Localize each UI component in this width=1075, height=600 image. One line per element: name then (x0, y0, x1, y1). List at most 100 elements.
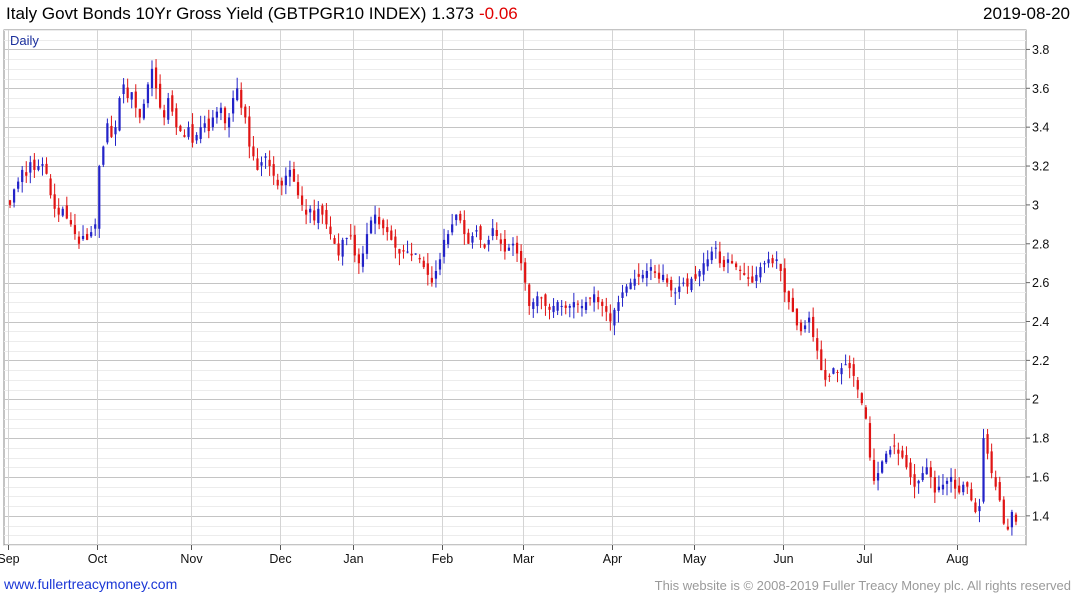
candle-body (203, 123, 206, 128)
candle-body (98, 166, 101, 229)
candle-body (649, 267, 653, 271)
candle-body (272, 164, 275, 176)
candle-body (252, 146, 255, 157)
candle-body (106, 123, 109, 143)
candle-body (803, 325, 807, 330)
candle-body (260, 162, 263, 166)
candle-body (41, 164, 44, 166)
candle-body (832, 368, 835, 374)
candle-body (893, 445, 896, 447)
candle-body (479, 226, 482, 240)
candle-body (645, 270, 648, 278)
candle-body (734, 263, 738, 268)
candle-body (29, 162, 32, 173)
candle-body (414, 253, 417, 255)
candle-body (670, 279, 673, 291)
candlestick-chart: 1.4 1.6 1.8 2 2.2 2.4 2.6 2.8 3 3.2 3.4 3.6 3.8 Sep O… (0, 29, 1049, 566)
candle-body (528, 284, 531, 306)
candle-body (572, 302, 575, 308)
candle-body (199, 127, 202, 139)
candle-body (694, 274, 697, 279)
candle-body (633, 278, 636, 286)
candle-body (889, 449, 892, 455)
candle-body (657, 272, 661, 279)
candle-body (211, 117, 214, 128)
candle-body (483, 244, 486, 248)
candle-body (442, 239, 446, 257)
candle-body (556, 302, 559, 311)
candle-body (487, 239, 490, 245)
candle-body (593, 294, 596, 303)
candle-body (625, 286, 628, 293)
candle-body (568, 305, 571, 308)
candle-body (382, 220, 385, 229)
candle-body (313, 210, 316, 221)
candle-body (333, 238, 336, 244)
candle-body (584, 302, 588, 310)
candle-body (325, 209, 328, 225)
candle-body (167, 98, 170, 120)
candle-body (844, 364, 847, 366)
x-tick-label: Jan (343, 552, 363, 566)
candle-body (868, 423, 872, 458)
candle-body (552, 305, 555, 312)
candle-body (751, 276, 754, 283)
copyright-notice: This website is © 2008-2019 Fuller Treac… (654, 578, 1071, 593)
candle-body (990, 451, 993, 474)
candle-body (540, 297, 543, 299)
x-tick-label: Jul (857, 552, 873, 566)
candle-body (759, 267, 762, 278)
candle-body (771, 258, 774, 264)
candle-body (872, 459, 876, 481)
candle-body (317, 208, 320, 224)
candle-body (179, 125, 182, 132)
candle-body (726, 259, 730, 263)
y-tick-label: 2.4 (1032, 315, 1049, 329)
candle-body (268, 159, 271, 167)
candle-body (187, 127, 190, 137)
candle-body (292, 168, 296, 182)
candle-body (467, 232, 470, 244)
candle-body (21, 169, 24, 183)
y-tick-label: 2 (1032, 393, 1039, 407)
candle-body (864, 407, 868, 419)
candle-body (321, 205, 324, 215)
candle-body (102, 146, 105, 165)
candle-body (747, 277, 750, 279)
candle-body (576, 303, 580, 305)
candle-body (986, 434, 989, 454)
candle-body (434, 270, 438, 279)
candle-body (909, 462, 912, 477)
y-tick-label: 1.8 (1032, 432, 1049, 446)
candle-body (852, 364, 855, 376)
candle-body (921, 473, 924, 481)
candle-body (767, 259, 770, 264)
candle-body (77, 236, 81, 244)
candle-body (519, 250, 523, 264)
candle-body (390, 230, 393, 240)
candle-body (154, 67, 158, 89)
candle-body (491, 228, 494, 236)
candle-body (722, 259, 726, 268)
candle-body (410, 253, 413, 256)
candle-body (8, 200, 12, 205)
candle-body (280, 180, 283, 186)
candle-body (966, 482, 969, 487)
candle-body (171, 95, 174, 112)
candle-body (958, 485, 961, 493)
x-tick-label: Feb (432, 552, 454, 566)
candle-body (81, 236, 85, 240)
x-tick-label: Sep (0, 552, 20, 566)
candle-body (686, 278, 689, 287)
candle-body (296, 182, 300, 196)
candle-body (459, 213, 462, 221)
candle-body (378, 216, 381, 225)
candle-body (232, 98, 235, 114)
website-link[interactable]: www.fullertreacymoney.com (4, 576, 177, 592)
candle-body (605, 306, 608, 312)
candle-body (601, 301, 604, 306)
y-tick-label: 3.8 (1032, 43, 1049, 57)
candle-body (223, 107, 227, 124)
candle-body (45, 163, 48, 174)
candle-body (925, 467, 928, 475)
